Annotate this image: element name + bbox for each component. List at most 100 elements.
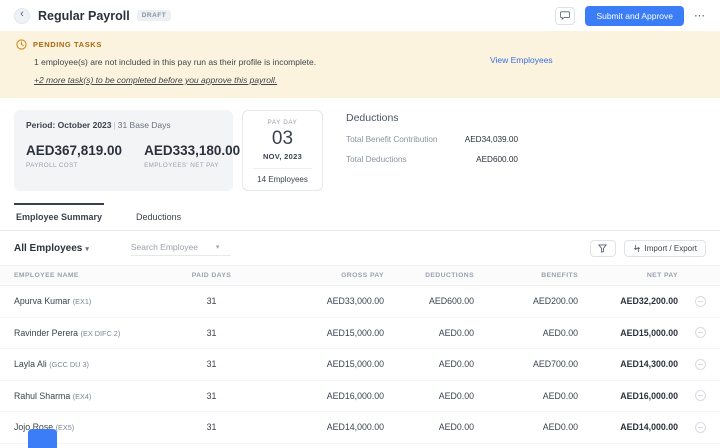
employee-row[interactable]: Layla Ali (GCC DU 3) 31 AED15,000.00 AED…: [0, 349, 720, 381]
row-action-button[interactable]: [695, 358, 706, 370]
chat-widget-button[interactable]: [28, 429, 57, 448]
payday-employee-count: 14 Employees: [257, 175, 308, 184]
tab-employee-summary[interactable]: Employee Summary: [14, 203, 105, 230]
back-chevron-icon: ‹: [20, 8, 24, 20]
deductions-cell: AED0.00: [438, 327, 474, 338]
funnel-icon: [598, 244, 608, 253]
pending-tasks-banner: PENDING TASKS 1 employee(s) are not incl…: [0, 31, 720, 98]
employee-filter-dropdown[interactable]: All Employees ▾: [14, 243, 89, 254]
gross-pay-cell: AED14,000.00: [326, 422, 384, 433]
table-body: Apurva Kumar (EX1) 31 AED33,000.00 AED60…: [0, 286, 720, 444]
payday-card: PAY DAY 03 NOV, 2023 14 Employees: [242, 110, 323, 191]
search-chevron-down-icon[interactable]: ▾: [216, 243, 220, 251]
row-action-button[interactable]: [695, 421, 706, 433]
benefits-cell: AED0.00: [542, 390, 578, 401]
payday-label: PAY DAY: [267, 119, 298, 126]
employee-name-cell: Layla Ali (GCC DU 3): [14, 359, 89, 370]
col-employee-name: EMPLOYEE NAME: [14, 272, 79, 279]
benefits-cell: AED200.00: [533, 296, 578, 307]
import-export-label: Import / Export: [644, 244, 697, 253]
payday-day: 03: [271, 128, 294, 149]
employee-row[interactable]: Jojo Rose (EX5) 31 AED14,000.00 AED0.00 …: [0, 412, 720, 444]
import-export-button[interactable]: Import / Export: [623, 240, 706, 257]
payday-month-year: NOV, 2023: [262, 152, 303, 161]
employee-tag: (EX1): [72, 297, 92, 307]
employee-name-cell: Apurva Kumar (EX1): [14, 296, 92, 307]
paid-days-cell: 31: [206, 359, 217, 370]
net-pay-cell: AED14,300.00: [620, 359, 678, 370]
benefit-contribution-row: Total Benefit Contribution AED34,039.00: [346, 135, 518, 144]
row-action-button[interactable]: [695, 390, 706, 402]
gross-pay-cell: AED15,000.00: [326, 327, 384, 338]
payday-divider: [253, 168, 312, 169]
filter-button[interactable]: [589, 240, 616, 257]
paid-days-cell: 31: [206, 422, 217, 433]
employee-row[interactable]: Apurva Kumar (EX1) 31 AED33,000.00 AED60…: [0, 286, 720, 318]
banner-title: PENDING TASKS: [33, 40, 102, 49]
paid-days-cell: 31: [206, 296, 217, 307]
employee-tag: (EX DIFC 2): [80, 328, 121, 338]
more-tasks-link[interactable]: +2 more task(s) to be completed before y…: [34, 75, 277, 85]
net-pay-cell: AED14,000.00: [620, 422, 678, 433]
gross-pay-cell: AED16,000.00: [326, 390, 384, 401]
benefit-contribution-label: Total Benefit Contribution: [346, 135, 438, 144]
deductions-cell: AED0.00: [438, 422, 474, 433]
employee-name-cell: Rahul Sharma (EX4): [14, 390, 92, 401]
submit-and-approve-button[interactable]: Submit and Approve: [585, 5, 684, 26]
top-header: ‹ Regular Payroll DRAFT Submit and Appro…: [0, 0, 720, 31]
employee-tag: (EX4): [72, 391, 92, 401]
col-net-pay: NET PAY: [646, 272, 678, 279]
pending-clock-icon: [16, 39, 27, 50]
deductions-cell: AED0.00: [438, 359, 474, 370]
comments-button[interactable]: [555, 6, 576, 25]
deductions-cell: AED0.00: [438, 390, 474, 401]
benefit-contribution-value: AED34,039.00: [464, 135, 518, 144]
tab-deductions[interactable]: Deductions: [134, 203, 183, 230]
banner-message: 1 employee(s) are not included in this p…: [34, 57, 317, 67]
speech-bubble-icon: [560, 11, 571, 20]
deductions-title: Deductions: [346, 112, 399, 124]
period-label: Period: October 2023: [26, 120, 112, 130]
col-benefits: BENEFITS: [541, 272, 578, 279]
total-deductions-label: Total Deductions: [346, 155, 407, 164]
employee-row[interactable]: Rahul Sharma (EX4) 31 AED16,000.00 AED0.…: [0, 380, 720, 412]
gross-pay-cell: AED15,000.00: [326, 359, 384, 370]
payroll-summary: Period: October 2023 | 31 Base Days AED367…: [0, 98, 720, 201]
table-toolbar: All Employees▾ ▾ Import / Export: [0, 231, 720, 265]
col-gross-pay: GROSS PAY: [341, 272, 384, 279]
col-paid-days: PAID DAYS: [191, 272, 232, 279]
employee-name-cell: Ravinder Perera (EX DIFC 2): [14, 327, 121, 338]
row-action-button[interactable]: [695, 327, 706, 339]
gross-pay-cell: AED33,000.00: [326, 296, 384, 307]
paid-days-cell: 31: [206, 327, 217, 338]
base-days-label: 31 Base Days: [117, 120, 171, 130]
more-options-button[interactable]: ⋯: [694, 9, 706, 22]
deductions-summary: Deductions Total Benefit Contribution AE…: [332, 110, 518, 191]
deductions-cell: AED600.00: [429, 296, 474, 307]
total-deductions-row: Total Deductions AED600.00: [346, 155, 518, 164]
employee-tag: (EX5): [55, 423, 75, 433]
status-badge: DRAFT: [136, 10, 172, 21]
employee-row[interactable]: Ravinder Perera (EX DIFC 2) 31 AED15,000…: [0, 317, 720, 349]
employee-filter-label: All Employees: [14, 243, 83, 254]
net-pay-cell: AED15,000.00: [620, 327, 678, 338]
page-title: Regular Payroll: [38, 8, 130, 23]
benefits-cell: AED0.00: [542, 422, 578, 433]
table-header-row: EMPLOYEE NAME PAID DAYS GROSS PAY DEDUCT…: [0, 265, 720, 286]
payroll-cost-value: AED367,819.00: [26, 143, 123, 158]
col-deductions: DEDUCTIONS: [425, 272, 474, 279]
back-button[interactable]: ‹: [14, 7, 30, 24]
total-deductions-value: AED600.00: [476, 155, 518, 164]
net-pay-cell: AED32,200.00: [620, 296, 678, 307]
row-action-button[interactable]: [695, 295, 706, 307]
search-employee-box: ▾: [130, 241, 231, 256]
search-employee-input[interactable]: [130, 241, 216, 252]
net-pay-cell: AED16,000.00: [620, 390, 678, 401]
payroll-cost-stat: AED367,819.00 PAYROLL COST: [26, 143, 122, 169]
ellipsis-icon: ⋯: [694, 10, 706, 22]
chevron-down-icon: ▾: [85, 246, 89, 253]
benefits-cell: AED0.00: [542, 327, 578, 338]
view-employees-link[interactable]: View Employees: [490, 55, 553, 65]
payroll-cost-label: PAYROLL COST: [26, 162, 78, 169]
net-pay-label: EMPLOYEES' NET PAY: [144, 162, 219, 169]
